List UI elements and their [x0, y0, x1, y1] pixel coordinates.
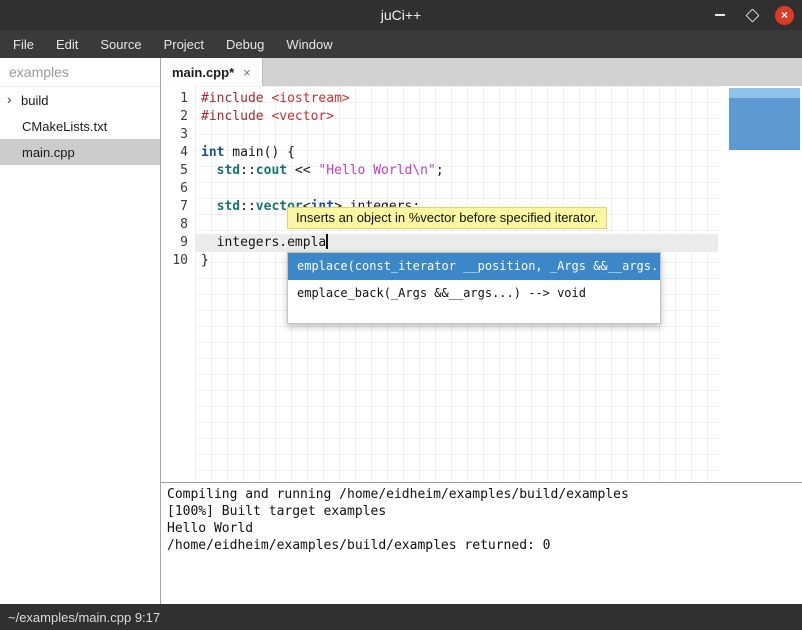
- code-token: <vector>: [271, 109, 334, 124]
- menu-bar: FileEditSourceProjectDebugWindow: [0, 30, 802, 58]
- menu-item-debug[interactable]: Debug: [215, 30, 275, 58]
- maximize-button[interactable]: [743, 6, 761, 24]
- code-token: integers.empla: [201, 235, 326, 250]
- code-token: #include: [201, 109, 264, 124]
- menu-item-file[interactable]: File: [2, 30, 45, 58]
- completion-doc-tooltip: Inserts an object in %vector before spec…: [287, 207, 607, 229]
- code-token: "Hello World\n": [318, 163, 435, 178]
- code-token: #include: [201, 91, 264, 106]
- minimize-icon: [715, 14, 725, 16]
- completion-item[interactable]: emplace(const_iterator __position, _Args…: [288, 253, 660, 280]
- menu-item-window[interactable]: Window: [275, 30, 343, 58]
- code-token: cout: [256, 163, 287, 178]
- menu-item-edit[interactable]: Edit: [45, 30, 89, 58]
- window-title: juCi++: [381, 7, 421, 23]
- main-body: examples ›build CMakeLists.txt main.cpp ma…: [0, 58, 802, 604]
- code-line[interactable]: integers.empla: [195, 234, 718, 252]
- code-token: <<: [287, 163, 318, 178]
- sidebar-item-main-cpp[interactable]: main.cpp: [0, 139, 160, 165]
- completion-item[interactable]: emplace_back(_Args &&__args...) --> void: [288, 280, 660, 307]
- terminal-line: Compiling and running /home/eidheim/exam…: [167, 486, 802, 503]
- sidebar-item-cmakelists-txt[interactable]: CMakeLists.txt: [0, 113, 160, 139]
- code-token: main() {: [224, 145, 294, 160]
- completion-popup: emplace(const_iterator __position, _Args…: [287, 252, 661, 324]
- code-line[interactable]: #include <iostream>: [195, 90, 718, 108]
- sidebar-item-label: CMakeLists.txt: [22, 119, 107, 134]
- code-token: int: [201, 145, 224, 160]
- menu-item-source[interactable]: Source: [89, 30, 152, 58]
- code-line[interactable]: [195, 126, 718, 144]
- tab-main-cpp[interactable]: main.cpp* ×: [161, 58, 263, 86]
- tab-bar: main.cpp* ×: [161, 58, 802, 86]
- line-number: 10: [161, 252, 195, 270]
- status-text: ~/examples/main.cpp 9:17: [8, 610, 160, 625]
- text-caret: [326, 234, 328, 249]
- scroll-handle[interactable]: [729, 88, 800, 150]
- code-line[interactable]: [195, 180, 718, 198]
- code-token: <iostream>: [271, 91, 349, 106]
- window-controls: ×: [711, 0, 794, 30]
- line-number-gutter: 12345678910: [161, 86, 195, 482]
- terminal-line: /home/eidheim/examples/build/examples re…: [167, 537, 802, 554]
- sidebar-item-label: main.cpp: [22, 145, 75, 160]
- maximize-icon: [745, 8, 759, 22]
- scroll-overview[interactable]: [718, 86, 802, 482]
- line-number: 6: [161, 180, 195, 198]
- sidebar-item-build[interactable]: ›build: [0, 87, 160, 113]
- sidebar: examples ›build CMakeLists.txt main.cpp: [0, 58, 161, 604]
- minimize-button[interactable]: [711, 6, 729, 24]
- line-number: 2: [161, 108, 195, 126]
- code-token: [201, 199, 217, 214]
- status-bar: ~/examples/main.cpp 9:17: [0, 604, 802, 630]
- line-number: 5: [161, 162, 195, 180]
- chevron-right-icon: ›: [7, 92, 21, 106]
- tab-label: main.cpp*: [172, 65, 234, 80]
- code-line[interactable]: int main() {: [195, 144, 718, 162]
- app-window: juCi++ × FileEditSourceProjectDebugWindo…: [0, 0, 802, 630]
- line-number: 8: [161, 216, 195, 234]
- code-token: ::: [240, 163, 256, 178]
- editor-pane: main.cpp* × 12345678910 #include <iostre…: [161, 58, 802, 604]
- line-number: 7: [161, 198, 195, 216]
- terminal-line: Hello World: [167, 520, 802, 537]
- line-number: 9: [161, 234, 195, 252]
- code-token: ::: [240, 199, 256, 214]
- sidebar-header: examples: [0, 58, 160, 87]
- close-button[interactable]: ×: [775, 6, 794, 25]
- line-number: 1: [161, 90, 195, 108]
- tab-close-icon[interactable]: ×: [243, 65, 251, 80]
- code-token: std: [217, 163, 240, 178]
- line-number: 4: [161, 144, 195, 162]
- menu-item-project[interactable]: Project: [153, 30, 215, 58]
- code-token: ;: [436, 163, 444, 178]
- line-number: 3: [161, 126, 195, 144]
- code-token: }: [201, 253, 209, 268]
- terminal-panel: Compiling and running /home/eidheim/exam…: [161, 483, 802, 604]
- code-token: [201, 163, 217, 178]
- sidebar-item-label: build: [21, 93, 48, 108]
- code-line[interactable]: #include <vector>: [195, 108, 718, 126]
- window-titlebar: juCi++ ×: [0, 0, 802, 30]
- code-token: std: [217, 199, 240, 214]
- editor[interactable]: 12345678910 #include <iostream>#include …: [161, 86, 802, 483]
- terminal-line: [100%] Built target examples: [167, 503, 802, 520]
- file-tree: ›build CMakeLists.txt main.cpp: [0, 87, 160, 165]
- code-line[interactable]: std::cout << "Hello World\n";: [195, 162, 718, 180]
